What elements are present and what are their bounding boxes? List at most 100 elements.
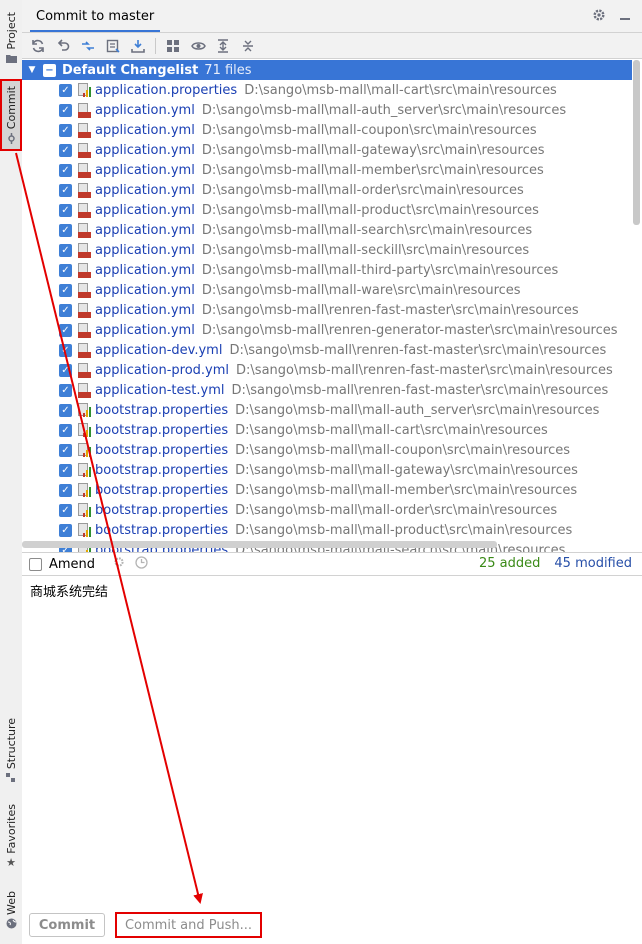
properties-file-icon xyxy=(78,82,91,98)
file-checkbox[interactable]: ✓ xyxy=(59,523,72,537)
file-path: D:\sango\msb-mall\mall-order\src\main\re… xyxy=(201,182,524,198)
file-row[interactable]: ✓ application.yml D:\sango\msb-mall\mall-o… xyxy=(22,180,632,200)
file-name: application.yml xyxy=(95,162,195,178)
file-row[interactable]: ✓ application.yml D:\sango\msb-mall\mall-a… xyxy=(22,100,632,120)
file-row[interactable]: ✓ application.yml D:\sango\msb-mall\renren… xyxy=(22,320,632,340)
minimize-icon[interactable] xyxy=(618,8,632,22)
file-path: D:\sango\msb-mall\mall-third-party\src\m… xyxy=(201,262,559,278)
history-icon[interactable] xyxy=(135,555,148,573)
file-checkbox[interactable]: ✓ xyxy=(59,243,72,257)
file-name: bootstrap.properties xyxy=(95,522,229,538)
commit-button[interactable]: Commit xyxy=(29,913,105,937)
jump-to-source-icon[interactable] xyxy=(105,38,121,54)
rollback-icon[interactable] xyxy=(55,38,71,54)
file-row[interactable]: ✓ bootstrap.properties D:\sango\msb-mall\m… xyxy=(22,520,632,540)
file-checkbox[interactable]: ✓ xyxy=(59,263,72,277)
file-row[interactable]: ✓ application.yml D:\sango\msb-mall\mall-s… xyxy=(22,240,632,260)
file-row[interactable]: ✓ application.yml D:\sango\msb-mall\mall-t… xyxy=(22,260,632,280)
changelist-header[interactable]: ▼ − Default Changelist 71 files xyxy=(22,60,632,80)
file-checkbox[interactable]: ✓ xyxy=(59,403,72,417)
file-checkbox[interactable]: ✓ xyxy=(59,503,72,517)
file-checkbox[interactable]: ✓ xyxy=(59,363,72,377)
file-row[interactable]: ✓ application.properties D:\sango\msb-mall… xyxy=(22,80,632,100)
gear-icon[interactable] xyxy=(592,8,606,22)
file-name: application.yml xyxy=(95,242,195,258)
amend-label[interactable]: Amend xyxy=(49,557,95,572)
file-row[interactable]: ✓ application-test.yml D:\sango\msb-mall\r… xyxy=(22,380,632,400)
side-tab-structure[interactable]: Structure xyxy=(0,715,22,787)
file-row[interactable]: ✓ application.yml D:\sango\msb-mall\mall-p… xyxy=(22,200,632,220)
file-row[interactable]: ✓ bootstrap.properties D:\sango\msb-mall\m… xyxy=(22,440,632,460)
file-row[interactable]: ✓ bootstrap.properties D:\sango\msb-mall\m… xyxy=(22,480,632,500)
file-checkbox[interactable]: ✓ xyxy=(59,343,72,357)
file-checkbox[interactable]: ✓ xyxy=(59,283,72,297)
file-row[interactable]: ✓ application.yml D:\sango\msb-mall\mall-g… xyxy=(22,140,632,160)
vertical-scrollbar[interactable] xyxy=(633,60,640,225)
side-tab-web[interactable]: Web xyxy=(0,885,22,935)
file-row[interactable]: ✓ bootstrap.properties D:\sango\msb-mall\m… xyxy=(22,420,632,440)
shelve-icon[interactable] xyxy=(130,38,146,54)
tool-window-header: Commit to master xyxy=(22,0,642,33)
commit-and-push-button[interactable]: Commit and Push... xyxy=(115,912,262,938)
yml-file-icon xyxy=(78,182,91,198)
commit-message-editor[interactable]: 商城系统完结 xyxy=(22,577,642,902)
properties-file-icon xyxy=(78,482,91,498)
expand-all-icon[interactable] xyxy=(215,38,231,54)
file-name: application.yml xyxy=(95,142,195,158)
group-by-icon[interactable] xyxy=(165,38,181,54)
file-name: application-test.yml xyxy=(95,382,225,398)
yml-file-icon xyxy=(78,142,91,158)
file-checkbox[interactable]: ✓ xyxy=(59,323,72,337)
file-checkbox[interactable]: ✓ xyxy=(59,423,72,437)
file-checkbox[interactable]: ✓ xyxy=(59,383,72,397)
file-checkbox[interactable]: ✓ xyxy=(59,103,72,117)
yml-file-icon xyxy=(78,262,91,278)
file-checkbox[interactable]: ✓ xyxy=(59,83,72,97)
commit-actions: Commit Commit and Push... xyxy=(22,902,642,944)
file-path: D:\sango\msb-mall\mall-auth_server\src\m… xyxy=(235,402,600,418)
file-row[interactable]: ✓ bootstrap.properties D:\sango\msb-mall\m… xyxy=(22,460,632,480)
file-checkbox[interactable]: ✓ xyxy=(59,223,72,237)
chevron-down-icon[interactable]: ▼ xyxy=(25,65,39,75)
file-row[interactable]: ✓ application.yml D:\sango\msb-mall\mall-s… xyxy=(22,220,632,240)
file-checkbox[interactable]: ✓ xyxy=(59,123,72,137)
structure-icon xyxy=(5,772,17,784)
collapse-all-icon[interactable] xyxy=(240,38,256,54)
file-name: bootstrap.properties xyxy=(95,482,229,498)
file-checkbox[interactable]: ✓ xyxy=(59,163,72,177)
side-tab-commit[interactable]: Commit xyxy=(0,79,22,151)
file-row[interactable]: ✓ application.yml D:\sango\msb-mall\mall-m… xyxy=(22,160,632,180)
yml-file-icon xyxy=(78,222,91,238)
show-diff-icon[interactable] xyxy=(80,38,96,54)
file-row[interactable]: ✓ application.yml D:\sango\msb-mall\mall-c… xyxy=(22,120,632,140)
side-tab-favorites[interactable]: Favorites ★ xyxy=(0,800,22,872)
preview-icon[interactable] xyxy=(190,38,206,54)
commit-toolbar xyxy=(22,33,642,59)
file-row[interactable]: ✓ bootstrap.properties D:\sango\msb-mall\m… xyxy=(22,500,632,520)
file-row[interactable]: ✓ application-prod.yml D:\sango\msb-mall\r… xyxy=(22,360,632,380)
file-checkbox[interactable]: ✓ xyxy=(59,143,72,157)
side-tab-project[interactable]: Project xyxy=(0,8,22,68)
side-tab-favorites-label: Favorites xyxy=(4,803,18,854)
file-path: D:\sango\msb-mall\mall-product\src\main\… xyxy=(201,202,539,218)
commit-tab-title[interactable]: Commit to master xyxy=(30,6,161,32)
yml-file-icon xyxy=(78,362,91,378)
file-name: application.yml xyxy=(95,222,195,238)
amend-checkbox[interactable] xyxy=(29,557,42,571)
file-row[interactable]: ✓ application-dev.yml D:\sango\msb-mall\re… xyxy=(22,340,632,360)
file-checkbox[interactable]: ✓ xyxy=(59,183,72,197)
changelist-count: 71 files xyxy=(204,62,252,78)
settings-icon[interactable] xyxy=(113,556,125,573)
horizontal-scrollbar[interactable] xyxy=(22,541,497,548)
file-row[interactable]: ✓ application.yml D:\sango\msb-mall\renren… xyxy=(22,300,632,320)
changelist-checkbox[interactable]: − xyxy=(43,63,56,77)
file-checkbox[interactable]: ✓ xyxy=(59,443,72,457)
file-checkbox[interactable]: ✓ xyxy=(59,483,72,497)
file-checkbox[interactable]: ✓ xyxy=(59,203,72,217)
file-checkbox[interactable]: ✓ xyxy=(59,303,72,317)
refresh-icon[interactable] xyxy=(30,38,46,54)
file-row[interactable]: ✓ application.yml D:\sango\msb-mall\mall-w… xyxy=(22,280,632,300)
yml-file-icon xyxy=(78,282,91,298)
file-checkbox[interactable]: ✓ xyxy=(59,463,72,477)
file-row[interactable]: ✓ bootstrap.properties D:\sango\msb-mall\m… xyxy=(22,400,632,420)
